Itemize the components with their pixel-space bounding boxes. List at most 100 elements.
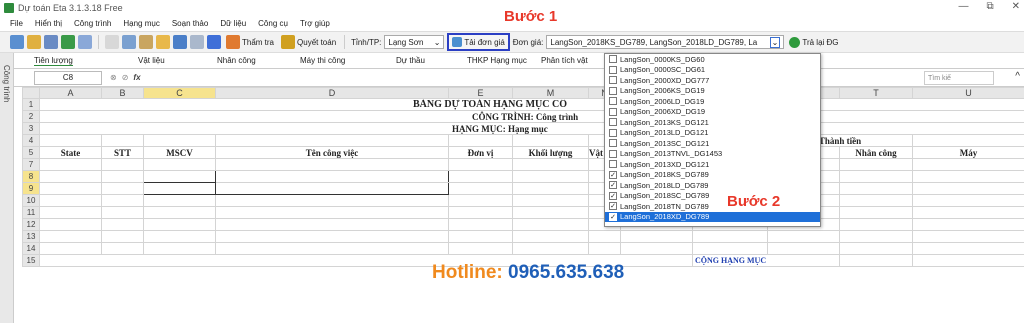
table-row: 10	[22, 194, 1024, 207]
print-preview-icon[interactable]	[78, 35, 92, 49]
tham-tra-button[interactable]: Thẩm tra	[224, 35, 276, 49]
save-icon[interactable]	[44, 35, 58, 49]
checked-checkbox-icon[interactable]: ✓	[609, 181, 617, 190]
column-header: B	[101, 87, 144, 99]
settle-icon	[281, 35, 296, 49]
cancel-icon[interactable]: ⊗	[110, 73, 117, 82]
checkbox-icon[interactable]	[609, 139, 617, 148]
formula-bar: C8 ⊗ ⊘ fx Tìm kiế ^	[14, 69, 1024, 87]
checkbox-icon[interactable]	[609, 55, 617, 64]
tab-thkp-hang-muc[interactable]: THKP Hạng mục	[467, 56, 527, 65]
unit-price-dropdown[interactable]: LangSon_0000KS_DG60 LangSon_0000SC_DG61 …	[604, 53, 821, 227]
checkbox-icon[interactable]	[609, 160, 617, 169]
dropdown-item[interactable]: LangSon_2013SC_DG121	[605, 138, 820, 149]
project-title: CÔNG TRÌNH: Công trình	[472, 111, 579, 122]
dropdown-item[interactable]: LangSon_2006XD_DG19	[605, 107, 820, 118]
project-sidebar[interactable]: Công trình	[0, 53, 14, 323]
province-select[interactable]: Lạng Sơn ⌄	[384, 35, 445, 49]
confirm-icon[interactable]: ⊘	[122, 73, 129, 82]
new-icon[interactable]	[10, 35, 24, 49]
tab-nhan-cong[interactable]: Nhân công	[217, 56, 256, 65]
excel-icon[interactable]	[61, 35, 75, 49]
dropdown-item[interactable]: LangSon_2013KS_DG121	[605, 117, 820, 128]
close-button[interactable]: ✕	[1012, 1, 1020, 12]
menu-item-category[interactable]: Hạng mục	[123, 19, 159, 28]
table-row: 2 CÔNG TRÌNH: Công trình	[22, 110, 1024, 123]
format-painter-icon[interactable]	[156, 35, 170, 49]
search-input[interactable]: Tìm kiế	[924, 71, 994, 85]
unit-price-select[interactable]: LangSon_2018KS_DG789, LangSon_2018LD_DG7…	[546, 35, 785, 49]
header-stt: STT	[101, 146, 144, 159]
cut-icon[interactable]	[105, 35, 119, 49]
table-row: 1 BẢNG DỰ TOÁN HẠNG MỤC CÔ	[22, 98, 1024, 111]
checkbox-icon[interactable]	[609, 86, 617, 95]
unit-price-label: Đơn giá:	[512, 37, 544, 47]
checkbox-icon[interactable]	[609, 97, 617, 106]
checkbox-icon[interactable]	[609, 107, 617, 116]
checkbox-icon[interactable]	[609, 65, 617, 74]
checkbox-icon[interactable]	[609, 118, 617, 127]
copy-icon[interactable]	[122, 35, 136, 49]
table-row: 8	[22, 170, 1024, 183]
return-price-button[interactable]: Trả lại ĐG	[787, 36, 840, 48]
menu-file[interactable]: File	[10, 19, 23, 28]
dropdown-item[interactable]: LangSon_2000XD_DG777	[605, 75, 820, 86]
dropdown-item[interactable]: ✓ LangSon_2018SC_DG789	[605, 191, 820, 202]
tab-phan-tich-vat[interactable]: Phân tích vật	[541, 56, 588, 65]
header-unit: Đơn vị	[448, 146, 513, 159]
checkbox-icon[interactable]	[609, 128, 617, 137]
quyet-toan-button[interactable]: Quyết toán	[279, 35, 338, 49]
tab-vat-lieu[interactable]: Vật liệu	[138, 56, 165, 65]
header-task-name: Tên công việc	[215, 146, 449, 159]
checked-checkbox-icon[interactable]: ✓	[609, 170, 617, 179]
minimize-button[interactable]: —	[958, 1, 968, 12]
dropdown-item[interactable]: LangSon_0000KS_DG60	[605, 54, 820, 65]
dropdown-item[interactable]: LangSon_2006KS_DG19	[605, 86, 820, 97]
menu-help[interactable]: Trợ giúp	[300, 19, 330, 28]
open-folder-icon[interactable]	[27, 35, 41, 49]
dropdown-item[interactable]: LangSon_0000SC_DG61	[605, 65, 820, 76]
tab-tien-luong[interactable]: Tiên lượng	[34, 56, 73, 66]
category-total-label: CỘNG HẠNG MỤC	[692, 254, 840, 267]
tab-may-thi-cong[interactable]: Máy thi công	[300, 56, 345, 65]
toolbar: Thẩm tra Quyết toán Tỉnh/TP: Lạng Sơn ⌄ T…	[0, 31, 1024, 53]
undo-icon[interactable]	[173, 35, 187, 49]
menu-edit[interactable]: Soạn thảo	[172, 19, 208, 28]
dropdown-item[interactable]: LangSon_2006LD_DG19	[605, 96, 820, 107]
menu-view[interactable]: Hiển thị	[35, 19, 62, 28]
chevron-up-icon[interactable]: ^	[1015, 71, 1020, 82]
dropdown-item[interactable]: ✓ LangSon_2018LD_DG789	[605, 180, 820, 191]
tab-du-thau[interactable]: Dự thầu	[396, 56, 425, 65]
load-unit-price-button[interactable]: Tải đơn giá	[447, 33, 510, 51]
table-row: 4 Thành tiền	[22, 134, 1024, 147]
dropdown-item[interactable]: ✓ LangSon_2018TN_DG789	[605, 201, 820, 212]
dropdown-item[interactable]: LangSon_2013XD_DG121	[605, 159, 820, 170]
dropdown-item[interactable]: LangSon_2013LD_DG121	[605, 128, 820, 139]
checkbox-icon[interactable]	[609, 76, 617, 85]
function-icon[interactable]: fx	[133, 73, 140, 82]
spreadsheet-grid[interactable]: A B C D E M N R T U 1BẢNG DỰ TOÁN HẠNG M…	[22, 87, 1024, 323]
dropdown-item[interactable]: ✓ LangSon_2018KS_DG789	[605, 170, 820, 181]
app-icon	[4, 2, 14, 13]
table-row: 11	[22, 206, 1024, 219]
checked-checkbox-icon[interactable]: ✓	[609, 191, 617, 200]
checked-checkbox-icon[interactable]: ✓	[609, 212, 617, 221]
paste-icon[interactable]	[139, 35, 153, 49]
dropdown-item-selected[interactable]: ✓ LangSon_2018XD_DG789	[605, 211, 820, 222]
column-header-row: A B C D E M N R T U	[22, 87, 1024, 99]
hotline-label: Hotline:	[432, 262, 503, 283]
checkbox-icon[interactable]	[609, 149, 617, 158]
dropdown-item[interactable]: LangSon_2013TNVL_DG1453	[605, 149, 820, 160]
menu-data[interactable]: Dữ liệu	[220, 19, 246, 28]
forward-icon[interactable]	[207, 35, 221, 49]
menu-tools[interactable]: Công cụ	[258, 19, 288, 28]
cell-name-box[interactable]: C8	[34, 70, 102, 85]
redo-icon[interactable]	[190, 35, 204, 49]
header-labor: Nhân công	[839, 146, 913, 159]
checked-checkbox-icon[interactable]: ✓	[609, 202, 617, 211]
header-state: State	[39, 146, 102, 159]
sheet-title: BẢNG DỰ TOÁN HẠNG MỤC CÔ	[413, 99, 567, 110]
restore-button[interactable]: ⧉	[986, 1, 993, 12]
menu-project[interactable]: Công trình	[74, 19, 111, 28]
category-title: HẠNG MỤC: Hạng mục	[452, 123, 548, 134]
